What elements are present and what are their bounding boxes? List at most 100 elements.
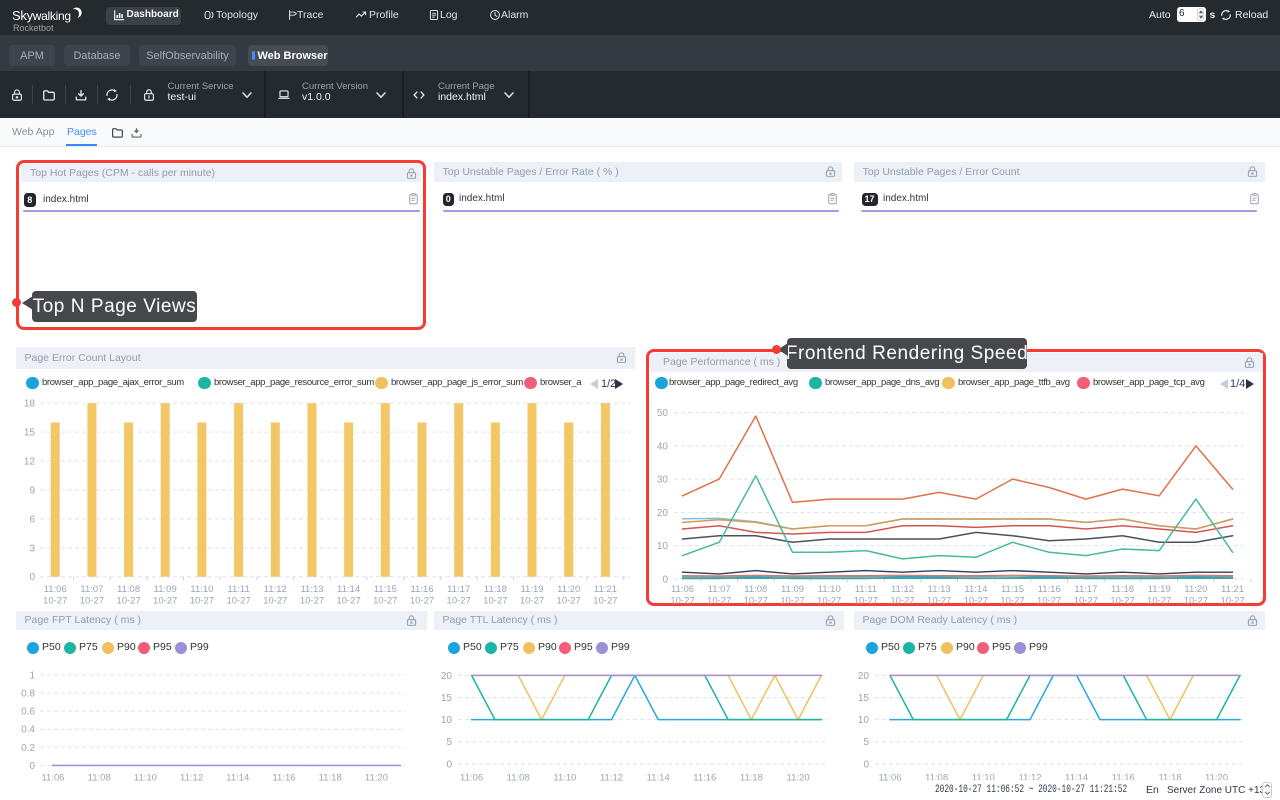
svg-text:11:19: 11:19: [520, 584, 543, 595]
svg-text:11:17: 11:17: [447, 584, 470, 595]
svg-text:10-27: 10-27: [520, 596, 544, 607]
svg-text:11:14: 11:14: [964, 584, 987, 595]
svg-text:10-27: 10-27: [1184, 596, 1208, 607]
svg-text:10-27: 10-27: [43, 596, 67, 607]
svg-text:12: 12: [24, 457, 36, 468]
svg-text:0.4: 0.4: [21, 725, 35, 736]
svg-text:11:16: 11:16: [410, 584, 433, 595]
svg-text:10-27: 10-27: [80, 596, 104, 607]
svg-text:11:12: 11:12: [600, 773, 623, 784]
svg-text:11:20: 11:20: [557, 584, 580, 595]
svg-text:10: 10: [441, 715, 453, 726]
svg-text:20: 20: [858, 671, 870, 682]
svg-text:15: 15: [24, 428, 36, 439]
svg-text:11:10: 11:10: [553, 773, 576, 784]
svg-text:10-27: 10-27: [1037, 596, 1061, 607]
svg-text:0: 0: [29, 761, 35, 772]
svg-text:11:17: 11:17: [1074, 584, 1097, 595]
svg-text:10-27: 10-27: [1110, 596, 1134, 607]
svg-text:0: 0: [662, 574, 668, 585]
svg-text:10-27: 10-27: [153, 596, 177, 607]
svg-text:10-27: 10-27: [927, 596, 951, 607]
svg-text:11:06: 11:06: [41, 773, 64, 784]
svg-text:11:07: 11:07: [708, 584, 731, 595]
svg-text:11:12: 11:12: [264, 584, 287, 595]
svg-text:15: 15: [441, 693, 453, 704]
svg-text:10-27: 10-27: [1147, 596, 1171, 607]
svg-text:0.2: 0.2: [21, 743, 35, 754]
svg-text:11:11: 11:11: [227, 584, 249, 595]
svg-text:0: 0: [446, 759, 452, 770]
svg-text:11:08: 11:08: [88, 773, 111, 784]
svg-text:11:06: 11:06: [878, 773, 901, 784]
svg-text:11:15: 11:15: [374, 584, 397, 595]
svg-text:9: 9: [29, 486, 35, 497]
svg-text:15: 15: [858, 693, 870, 704]
svg-text:10-27: 10-27: [410, 596, 434, 607]
svg-text:11:16: 11:16: [1038, 584, 1061, 595]
svg-text:0.8: 0.8: [21, 689, 35, 700]
svg-text:11:08: 11:08: [744, 584, 767, 595]
svg-text:10-27: 10-27: [1000, 596, 1024, 607]
svg-text:1: 1: [29, 670, 35, 681]
svg-text:10-27: 10-27: [483, 596, 507, 607]
svg-text:11:12: 11:12: [891, 584, 914, 595]
svg-text:5: 5: [446, 737, 452, 748]
svg-text:11:18: 11:18: [319, 773, 342, 784]
svg-text:11:20: 11:20: [787, 773, 810, 784]
svg-text:11:10: 11:10: [134, 773, 157, 784]
svg-text:20: 20: [657, 508, 669, 519]
svg-text:10-27: 10-27: [707, 596, 731, 607]
svg-text:11:14: 11:14: [226, 773, 249, 784]
svg-text:10-27: 10-27: [300, 596, 324, 607]
svg-text:5: 5: [863, 737, 869, 748]
svg-text:10-27: 10-27: [373, 596, 397, 607]
svg-text:0: 0: [863, 759, 869, 770]
svg-text:6: 6: [29, 514, 35, 525]
svg-text:10-27: 10-27: [890, 596, 914, 607]
svg-text:11:21: 11:21: [1221, 584, 1244, 595]
svg-text:0: 0: [29, 572, 35, 583]
svg-text:11:08: 11:08: [117, 584, 140, 595]
svg-text:10-27: 10-27: [226, 596, 250, 607]
svg-text:10-27: 10-27: [817, 596, 841, 607]
svg-text:10-27: 10-27: [670, 596, 694, 607]
svg-text:30: 30: [657, 475, 669, 486]
svg-text:11:18: 11:18: [740, 773, 763, 784]
svg-text:11:15: 11:15: [1001, 584, 1024, 595]
svg-text:11:14: 11:14: [647, 773, 670, 784]
svg-text:11:18: 11:18: [484, 584, 507, 595]
svg-text:10-27: 10-27: [116, 596, 140, 607]
svg-text:11:19: 11:19: [1148, 584, 1171, 595]
svg-text:18: 18: [24, 399, 36, 410]
svg-text:40: 40: [657, 441, 669, 452]
svg-text:11:09: 11:09: [154, 584, 177, 595]
svg-text:0.6: 0.6: [21, 707, 35, 718]
svg-text:10-27: 10-27: [1074, 596, 1098, 607]
svg-text:10-27: 10-27: [1220, 596, 1244, 607]
svg-text:10-27: 10-27: [854, 596, 878, 607]
svg-text:10-27: 10-27: [744, 596, 768, 607]
svg-text:10-27: 10-27: [263, 596, 287, 607]
svg-text:11:06: 11:06: [671, 584, 694, 595]
svg-text:11:10: 11:10: [818, 584, 841, 595]
svg-text:11:18: 11:18: [1111, 584, 1134, 595]
svg-text:11:13: 11:13: [300, 584, 323, 595]
svg-text:11:16: 11:16: [272, 773, 295, 784]
svg-text:10-27: 10-27: [593, 596, 617, 607]
svg-text:10-27: 10-27: [447, 596, 471, 607]
svg-text:11:12: 11:12: [180, 773, 203, 784]
svg-text:10: 10: [657, 541, 669, 552]
svg-text:11:16: 11:16: [693, 773, 716, 784]
svg-text:11:06: 11:06: [44, 584, 67, 595]
svg-text:10-27: 10-27: [557, 596, 581, 607]
svg-text:11:09: 11:09: [781, 584, 804, 595]
svg-text:3: 3: [29, 543, 35, 554]
svg-text:11:14: 11:14: [337, 584, 360, 595]
svg-text:11:20: 11:20: [365, 773, 388, 784]
svg-text:11:13: 11:13: [928, 584, 951, 595]
svg-text:11:10: 11:10: [190, 584, 213, 595]
svg-text:11:06: 11:06: [460, 773, 483, 784]
svg-text:11:08: 11:08: [507, 773, 530, 784]
svg-text:10-27: 10-27: [964, 596, 988, 607]
